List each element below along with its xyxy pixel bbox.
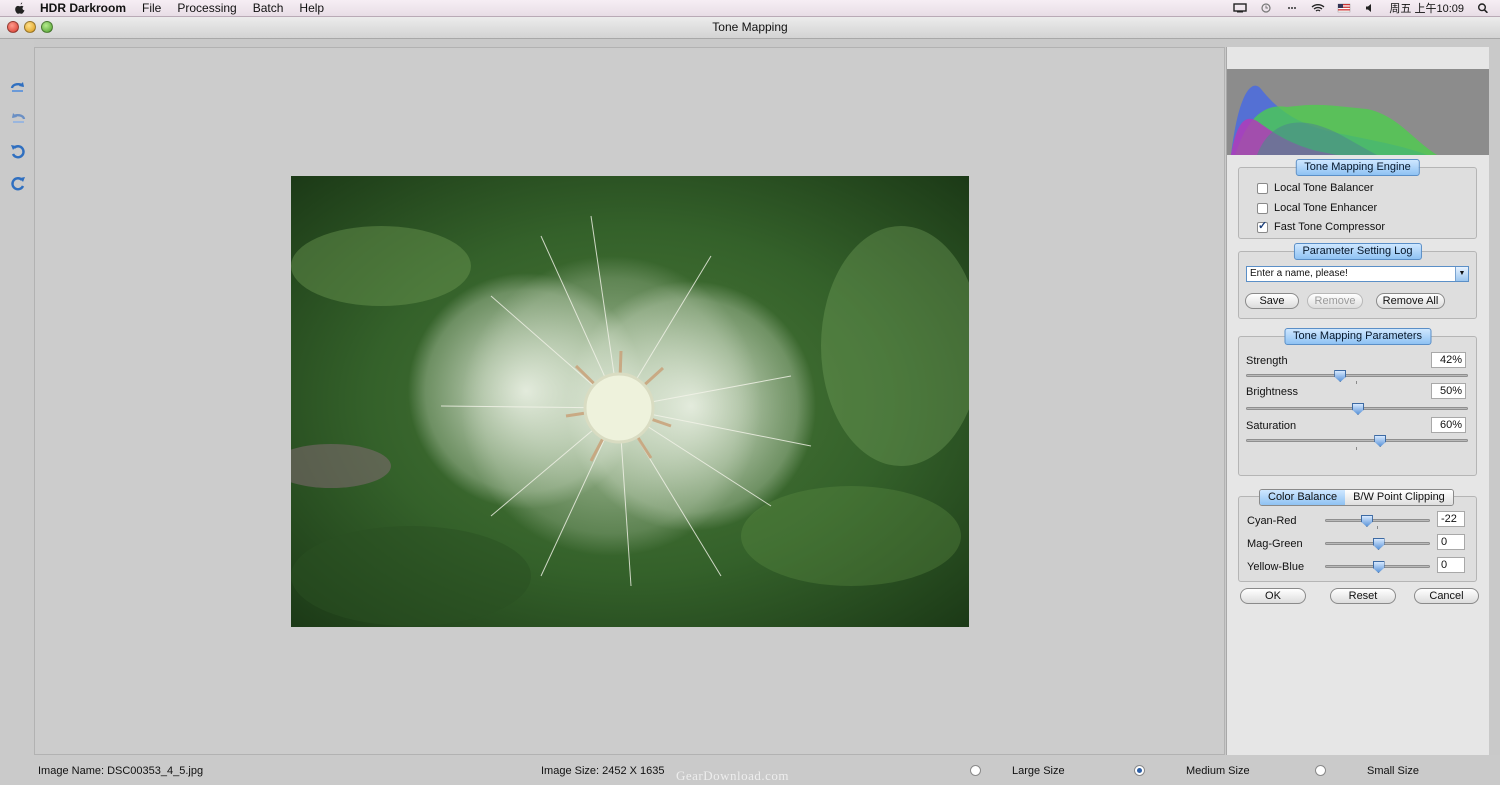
local-tone-balancer-option[interactable]: Local Tone Balancer xyxy=(1257,182,1373,194)
tone-params-title: Tone Mapping Parameters xyxy=(1283,328,1432,345)
window-title: Tone Mapping xyxy=(712,20,788,34)
reset-button[interactable]: Reset xyxy=(1330,588,1396,604)
menu-file[interactable]: File xyxy=(142,1,161,15)
window-close-button[interactable] xyxy=(7,21,19,33)
bluetooth-icon[interactable] xyxy=(1285,3,1299,13)
flag-icon[interactable] xyxy=(1337,3,1351,13)
remove-all-button[interactable]: Remove All xyxy=(1376,293,1445,309)
brightness-label: Brightness xyxy=(1246,386,1298,398)
brightness-field[interactable]: 50% xyxy=(1431,383,1466,399)
left-toolbar xyxy=(0,39,34,755)
window-titlebar: Tone Mapping xyxy=(0,17,1500,39)
cyan-red-slider-track[interactable] xyxy=(1325,519,1430,522)
strength-slider-tick xyxy=(1356,381,1357,384)
log-name-value[interactable]: Enter a name, please! xyxy=(1250,268,1348,279)
image-size-text: Image Size: 2452 X 1635 xyxy=(541,765,665,777)
strength-field[interactable]: 42% xyxy=(1431,352,1466,368)
saturation-slider-tick xyxy=(1356,447,1357,450)
wifi-icon[interactable] xyxy=(1311,3,1325,13)
menu-help[interactable]: Help xyxy=(299,1,324,15)
menubar-status-area: 周五 上午10:09 xyxy=(1233,0,1490,16)
volume-icon[interactable] xyxy=(1363,3,1377,13)
parameter-log-group: Parameter Setting Log Enter a name, plea… xyxy=(1238,243,1477,319)
time-machine-icon[interactable] xyxy=(1259,3,1273,13)
local-tone-enhancer-label: Local Tone Enhancer xyxy=(1274,202,1378,214)
rotate-ccw-tool-icon[interactable] xyxy=(9,79,27,97)
window-minimize-button[interactable] xyxy=(24,21,36,33)
medium-size-label[interactable]: Medium Size xyxy=(1186,765,1250,777)
tab-bw-point-clipping[interactable]: B/W Point Clipping xyxy=(1345,490,1453,505)
dandelion-photo[interactable] xyxy=(291,176,969,627)
strength-slider-track[interactable] xyxy=(1246,374,1468,377)
large-size-label[interactable]: Large Size xyxy=(1012,765,1065,777)
tone-mapping-panel: Tone Mapping Engine Local Tone Balancer … xyxy=(1226,47,1489,755)
undo-icon[interactable] xyxy=(9,142,27,160)
rotate-cw-tool-icon[interactable] xyxy=(9,110,27,128)
cyan-red-label: Cyan-Red xyxy=(1247,515,1297,527)
small-size-label[interactable]: Small Size xyxy=(1367,765,1419,777)
saturation-slider-track[interactable] xyxy=(1246,439,1468,442)
yellow-blue-label: Yellow-Blue xyxy=(1247,561,1305,573)
color-tabs: Color Balance B/W Point Clipping xyxy=(1259,489,1454,506)
save-button[interactable]: Save xyxy=(1245,293,1299,309)
fast-tone-compressor-option[interactable]: Fast Tone Compressor xyxy=(1257,219,1386,233)
fast-tone-compressor-checkbox[interactable] xyxy=(1257,219,1268,233)
large-size-radio[interactable] xyxy=(970,765,981,776)
cancel-button[interactable]: Cancel xyxy=(1414,588,1479,604)
spotlight-icon[interactable] xyxy=(1476,3,1490,13)
saturation-field[interactable]: 60% xyxy=(1431,417,1466,433)
yellow-blue-slider-knob[interactable] xyxy=(1372,561,1385,573)
saturation-slider-knob[interactable] xyxy=(1374,435,1387,447)
watermark-text: GearDownload.com xyxy=(676,768,790,783)
menubar: HDR Darkroom File Processing Batch Help … xyxy=(0,0,1500,17)
ok-button[interactable]: OK xyxy=(1240,588,1306,604)
cyan-red-field[interactable]: -22 xyxy=(1437,511,1465,527)
status-bar: Image Name: DSC00353_4_5.jpg Image Size:… xyxy=(0,755,1500,785)
tab-color-balance[interactable]: Color Balance xyxy=(1260,490,1346,505)
brightness-slider-knob[interactable] xyxy=(1352,403,1364,415)
saturation-label: Saturation xyxy=(1246,420,1297,432)
cyan-red-slider-knob[interactable] xyxy=(1360,515,1373,527)
strength-slider-knob[interactable] xyxy=(1334,370,1347,382)
cyan-red-slider-tick xyxy=(1377,526,1378,529)
log-name-combobox[interactable]: Enter a name, please! ▼ xyxy=(1246,266,1469,282)
engine-group: Tone Mapping Engine Local Tone Balancer … xyxy=(1238,159,1477,239)
medium-size-radio[interactable] xyxy=(1134,765,1145,776)
local-tone-balancer-label: Local Tone Balancer xyxy=(1274,182,1374,194)
tone-params-group: Tone Mapping Parameters Strength 42% Bri… xyxy=(1238,328,1477,476)
local-tone-enhancer-checkbox[interactable] xyxy=(1257,202,1268,214)
menu-batch[interactable]: Batch xyxy=(253,1,284,15)
color-balance-group: Color Balance B/W Point Clipping Cyan-Re… xyxy=(1238,489,1477,582)
remove-button[interactable]: Remove xyxy=(1307,293,1363,309)
chevron-down-icon[interactable]: ▼ xyxy=(1455,267,1468,281)
clock[interactable]: 周五 上午10:09 xyxy=(1389,0,1464,16)
fast-tone-compressor-label: Fast Tone Compressor xyxy=(1274,221,1386,233)
histogram xyxy=(1227,69,1489,155)
image-canvas[interactable] xyxy=(34,47,1225,755)
parameter-log-title: Parameter Setting Log xyxy=(1293,243,1422,260)
display-icon[interactable] xyxy=(1233,3,1248,13)
engine-group-title: Tone Mapping Engine xyxy=(1295,159,1420,176)
local-tone-enhancer-option[interactable]: Local Tone Enhancer xyxy=(1257,202,1377,214)
local-tone-balancer-checkbox[interactable] xyxy=(1257,182,1268,194)
mag-green-label: Mag-Green xyxy=(1247,538,1303,550)
small-size-radio[interactable] xyxy=(1315,765,1326,776)
yellow-blue-field[interactable]: 0 xyxy=(1437,557,1465,573)
menu-processing[interactable]: Processing xyxy=(177,1,236,15)
mag-green-slider-knob[interactable] xyxy=(1372,538,1385,550)
window-zoom-button[interactable] xyxy=(41,21,53,33)
app-name-menu[interactable]: HDR Darkroom xyxy=(40,1,126,15)
strength-label: Strength xyxy=(1246,355,1288,367)
redo-icon[interactable] xyxy=(9,174,27,192)
image-name-text: Image Name: DSC00353_4_5.jpg xyxy=(38,765,204,777)
mag-green-field[interactable]: 0 xyxy=(1437,534,1465,550)
apple-icon[interactable] xyxy=(14,2,26,14)
